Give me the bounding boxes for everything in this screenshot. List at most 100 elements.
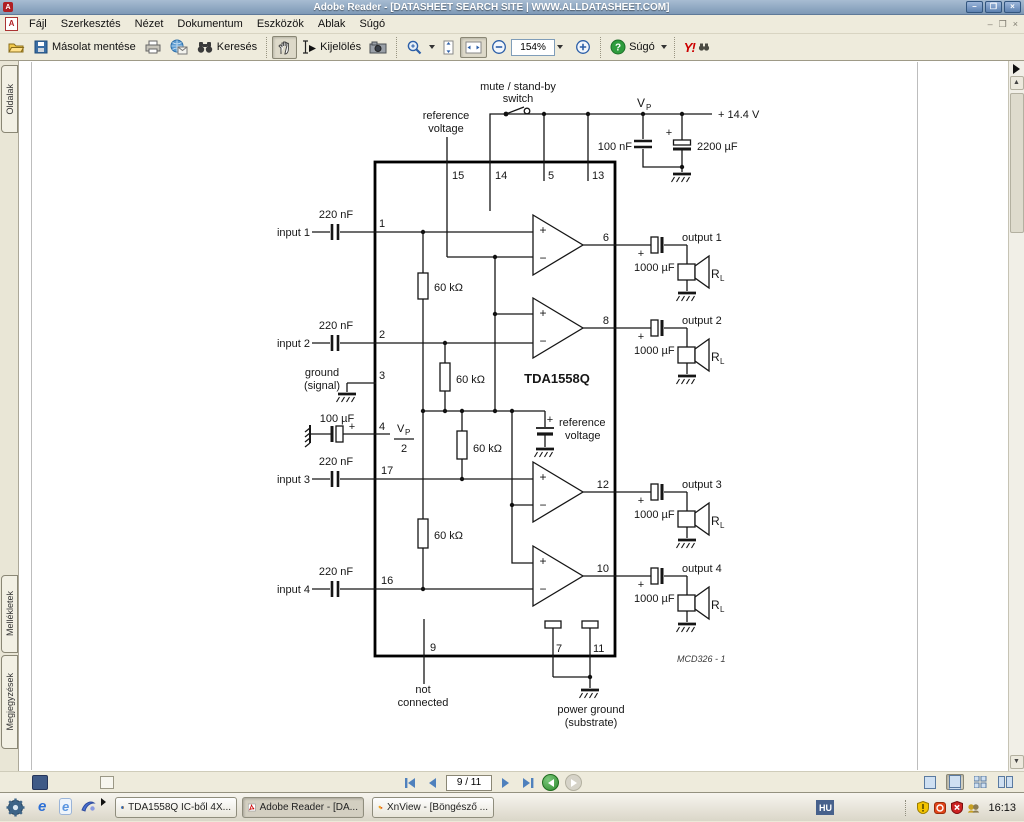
tray-security-shield-icon[interactable] (950, 801, 963, 814)
continuous-button[interactable] (946, 774, 964, 790)
language-indicator[interactable]: HU (816, 800, 835, 815)
tab-comments[interactable]: Megjegyzések (1, 655, 18, 749)
not-connected-label-2: connected (398, 697, 449, 709)
not-connected-label-1: not (415, 684, 430, 696)
input4-label: input 4 (277, 584, 310, 596)
yahoo-toolbar-button[interactable]: Y! (680, 37, 714, 58)
menu-window[interactable]: Ablak (311, 17, 353, 31)
menu-edit[interactable]: Szerkesztés (54, 17, 128, 31)
last-page-button[interactable] (520, 775, 536, 790)
facing-button[interactable] (996, 774, 1014, 790)
select-tool-button[interactable]: Kijelölés (297, 36, 365, 58)
open-button[interactable] (4, 36, 29, 59)
menu-bar: A Fájl Szerkesztés Nézet Dokumentum Eszk… (0, 15, 1024, 34)
zoom-level-input[interactable] (511, 38, 556, 56)
power-ground-label-2: (substrate) (565, 717, 618, 729)
zoom-out-button[interactable] (487, 36, 511, 58)
next-view-button[interactable] (565, 774, 582, 791)
fit-page-button[interactable] (437, 36, 460, 59)
menu-document[interactable]: Dokumentum (170, 17, 249, 31)
resistor-3-label: 60 kΩ (473, 443, 502, 455)
zoom-tool-dropdown[interactable] (429, 45, 436, 49)
pin-8-label: 8 (603, 315, 609, 327)
continuous-facing-button[interactable] (971, 774, 989, 790)
zoom-in-tool-button[interactable] (402, 36, 427, 59)
start-button[interactable] (6, 798, 25, 817)
output1-label: output 1 (682, 232, 722, 244)
load3-subscript: L (720, 521, 725, 530)
hand-tool-button[interactable] (272, 35, 298, 59)
scroll-down-button[interactable]: ▼ (1009, 755, 1024, 769)
tab-attachments[interactable]: Mellékletek (1, 575, 18, 653)
print-button[interactable] (140, 36, 166, 58)
input2-cap-label: 220 nF (319, 320, 354, 332)
scrollbar-thumb[interactable] (1009, 93, 1024, 233)
select-tool-label: Kijelölés (320, 41, 362, 53)
out4-cap-label: 1000 µF (634, 593, 675, 605)
out3-cap-plus: + (638, 495, 644, 507)
reference-ground-icon (533, 447, 556, 459)
quick-launch-app[interactable] (80, 798, 96, 814)
search-button[interactable]: Keresés (192, 36, 261, 58)
resistor-3 (456, 430, 468, 460)
browser-icon: e (59, 798, 73, 815)
first-page-button[interactable] (402, 775, 418, 790)
menu-view[interactable]: Nézet (128, 17, 171, 31)
speaker-horn-icon (694, 585, 710, 621)
close-button[interactable]: × (1004, 1, 1021, 13)
vp-subscript: P (646, 103, 651, 112)
help-dropdown[interactable] (660, 45, 667, 49)
previous-view-button[interactable] (542, 774, 559, 791)
mdi-minimize-button[interactable]: – (988, 19, 993, 30)
single-page-button[interactable] (921, 774, 939, 790)
svg-text:?: ? (615, 43, 621, 54)
scroll-up-button[interactable]: ▲ (1009, 76, 1024, 90)
quick-launch-browser[interactable]: e (59, 798, 73, 815)
statusbar-pane-icon[interactable] (32, 774, 48, 790)
next-page-button[interactable] (498, 775, 514, 790)
page-indicator[interactable]: 9 / 11 (446, 774, 492, 791)
vertical-scrollbar[interactable]: ▲ ▼ (1008, 61, 1024, 771)
speaker-horn-icon (694, 254, 710, 290)
help-button[interactable]: ? Súgó (606, 36, 659, 58)
statusbar-doc-icon[interactable] (100, 775, 114, 789)
mdi-restore-button[interactable]: ❒ (999, 19, 1007, 30)
clock[interactable]: 16:13 (988, 802, 1016, 814)
mdi-close-button[interactable]: × (1013, 19, 1018, 30)
magnifier-plus-icon (407, 40, 422, 54)
tray-app-icon[interactable] (933, 801, 946, 814)
tab-pages[interactable]: Oldalak (1, 65, 18, 133)
opamp1-minus: − (539, 251, 546, 265)
zoom-level-dropdown[interactable] (557, 45, 564, 49)
quick-launch-ie[interactable]: e (38, 798, 46, 815)
amplifier-4: + − + 1000 µF 10 output 4 R L (532, 544, 725, 634)
menu-help[interactable]: Súgó (352, 17, 392, 31)
pin-9-label: 9 (430, 642, 436, 654)
resistor-2-label: 60 kΩ (456, 374, 485, 386)
scrollbar-options-icon[interactable] (1013, 64, 1020, 74)
menu-tools[interactable]: Eszközök (250, 17, 311, 31)
quick-launch-expand[interactable] (101, 798, 106, 806)
email-button[interactable] (166, 36, 192, 58)
resistor-4 (417, 518, 429, 549)
snapshot-button[interactable] (365, 36, 391, 58)
save-copy-button[interactable]: Másolat mentése (29, 36, 140, 58)
taskbar-button-firefox[interactable]: TDA1558Q IC-ből 4X... (115, 797, 237, 818)
taskbar-button-xnview[interactable]: XnView - [Böngésző ... (372, 797, 494, 818)
tray-separator (905, 799, 909, 816)
previous-page-button[interactable] (424, 775, 440, 790)
pin-5-label: 5 (548, 170, 554, 182)
menu-file[interactable]: Fájl (22, 17, 54, 31)
fit-width-button[interactable] (460, 36, 488, 58)
amplifier-1: + − + 1000 µF 6 output 1 R L (532, 213, 725, 303)
load3-label: R (711, 514, 720, 528)
taskbar-button-adobe-reader[interactable]: Adobe Reader - [DA... (242, 797, 364, 818)
pin-14-label: 14 (495, 170, 507, 182)
zoom-in-button[interactable] (571, 36, 595, 58)
minimize-button[interactable]: – (966, 1, 983, 13)
tray-messenger-icon[interactable] (967, 801, 980, 814)
tray-alert-shield-icon[interactable] (916, 801, 929, 814)
out1-cap-label: 1000 µF (634, 262, 675, 274)
restore-button[interactable]: ❒ (985, 1, 1002, 13)
speaker-icon (677, 594, 696, 612)
